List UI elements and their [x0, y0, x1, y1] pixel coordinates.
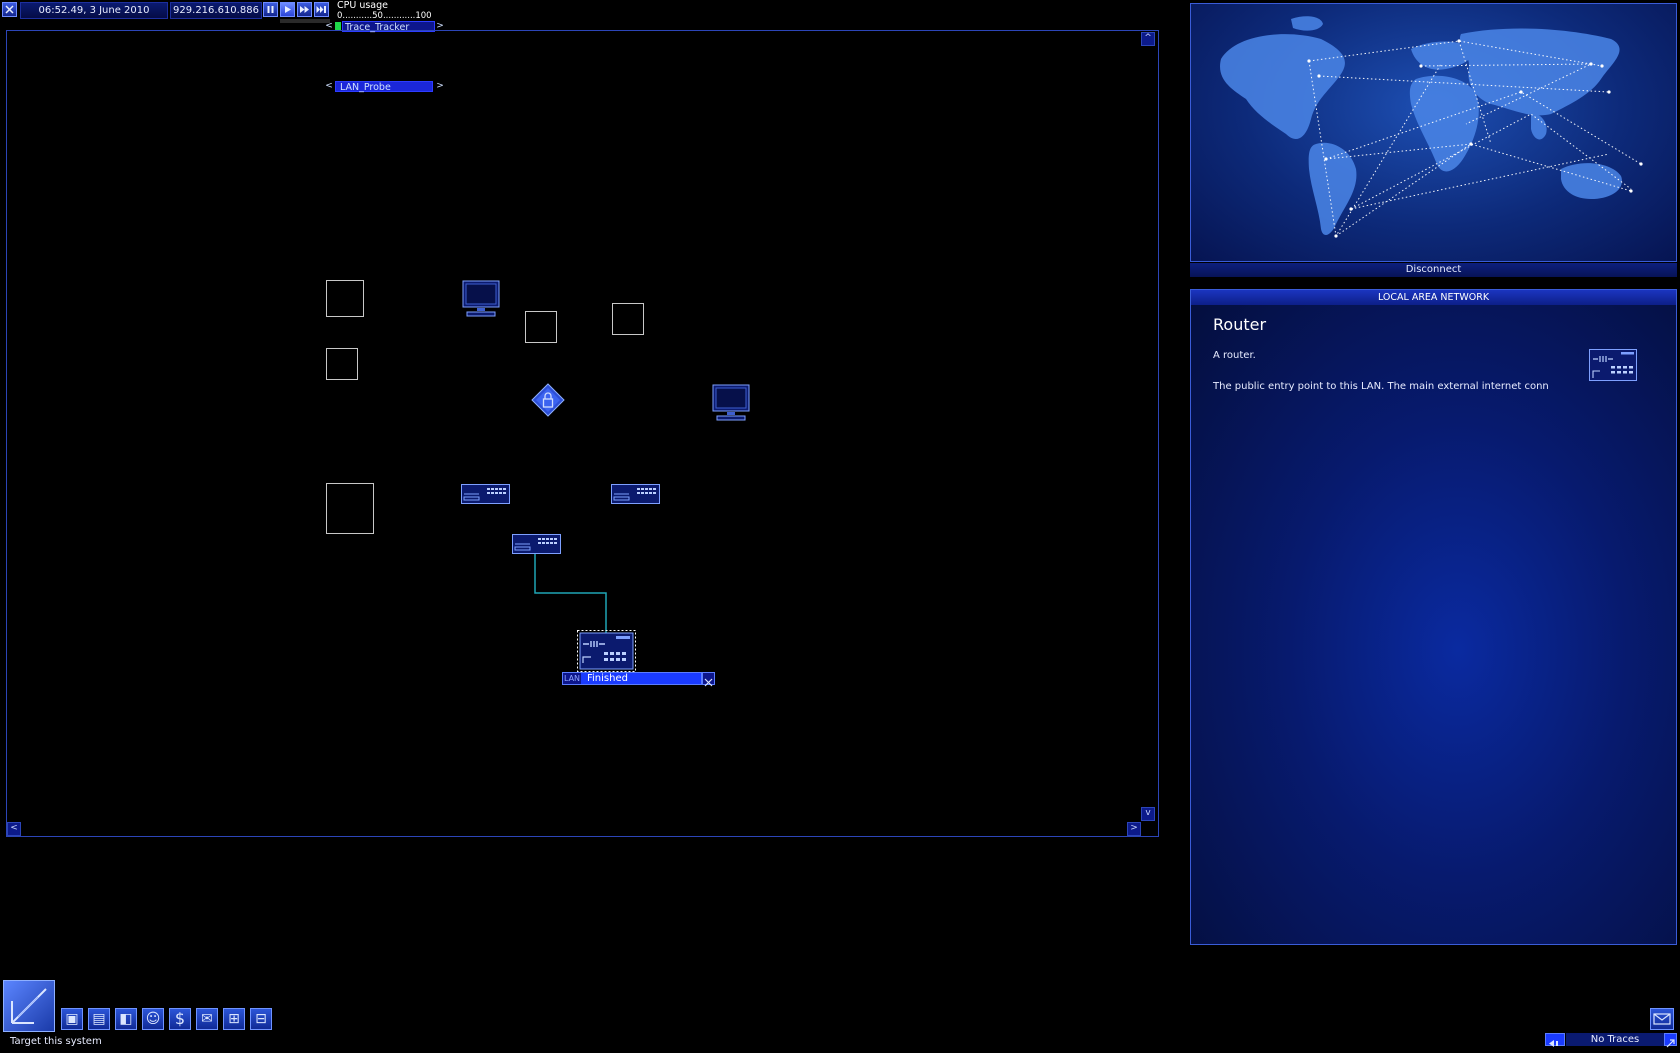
traces-prev-icon[interactable]	[1545, 1033, 1565, 1047]
disconnect-button[interactable]: Disconnect	[1190, 263, 1677, 277]
router-icon[interactable]	[611, 484, 660, 504]
world-map-panel[interactable]	[1190, 3, 1677, 262]
target-system-label[interactable]: Target this system	[10, 1036, 102, 1047]
unknown-node[interactable]	[326, 483, 374, 534]
lan-icon: LAN	[563, 673, 581, 684]
traces-status: No Traces	[1566, 1033, 1664, 1046]
gateway-router-icon[interactable]	[577, 630, 636, 672]
unknown-node[interactable]	[525, 311, 557, 343]
traces-next-icon[interactable]	[1664, 1033, 1677, 1048]
node-long-description: The public entry point to this LAN. The …	[1213, 381, 1549, 392]
world-map-icon	[1220, 16, 1643, 238]
mail-icon[interactable]	[1650, 1008, 1674, 1030]
email-tool-icon[interactable]: ✉	[196, 1008, 218, 1030]
unknown-node[interactable]	[326, 280, 364, 317]
info-panel-header: LOCAL AREA NETWORK	[1191, 290, 1676, 305]
hardware-tool-icon[interactable]: ▤	[88, 1008, 110, 1030]
lan-tool-icon[interactable]: ⊟	[250, 1008, 272, 1030]
software-tool-icon[interactable]: ▣	[61, 1008, 83, 1030]
dollar-icon[interactable]: $	[169, 1008, 191, 1030]
status-text: Finished	[587, 673, 628, 684]
router-icon[interactable]	[512, 534, 561, 554]
lock-icon[interactable]	[531, 383, 565, 417]
main-menu-button[interactable]	[3, 980, 55, 1032]
computer-icon[interactable]	[462, 280, 500, 318]
router-icon	[1589, 349, 1637, 385]
node-short-description: A router.	[1213, 350, 1256, 361]
computer-icon[interactable]	[712, 384, 750, 422]
close-status-icon[interactable]	[702, 672, 715, 687]
lan-info-panel: LOCAL AREA NETWORK Router A router. The …	[1190, 289, 1677, 945]
status-tool-icon[interactable]: ☺	[142, 1008, 164, 1030]
lan-probe-status-bar: LAN Finished	[562, 672, 702, 685]
router-icon[interactable]	[461, 484, 510, 504]
memory-tool-icon[interactable]: ◧	[115, 1008, 137, 1030]
unknown-node[interactable]	[326, 348, 358, 380]
network-tool-icon[interactable]: ⊞	[223, 1008, 245, 1030]
unknown-node[interactable]	[612, 303, 644, 335]
node-title: Router	[1213, 315, 1267, 334]
